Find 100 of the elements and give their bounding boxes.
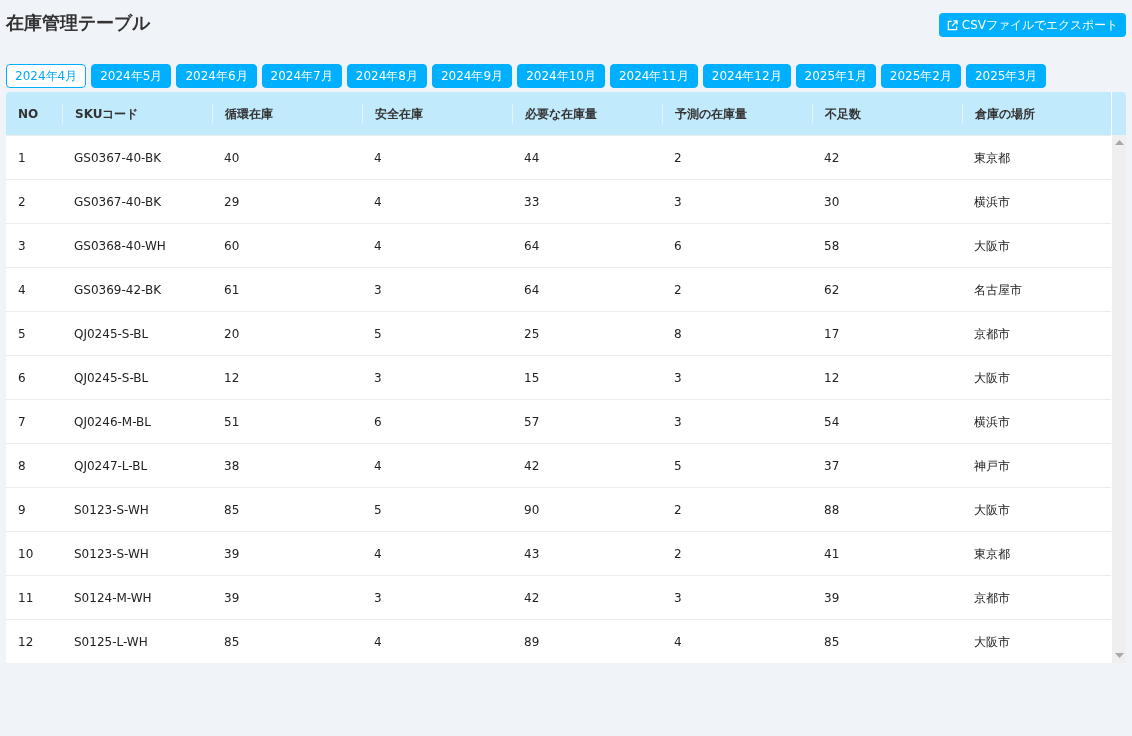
table-cell-text: 33 <box>523 193 541 211</box>
month-tab[interactable]: 2024年9月 <box>431 64 513 88</box>
month-tab[interactable]: 2024年12月 <box>702 64 791 88</box>
table-cell-text: 2 <box>673 501 683 519</box>
table-cell-text: 54 <box>823 413 841 431</box>
table-cell-text: 90 <box>523 501 541 519</box>
month-tab[interactable]: 2024年6月 <box>176 64 257 88</box>
column-header: 循環在庫 <box>212 103 362 124</box>
table-cell-text: GS0369-42-BK <box>73 281 163 299</box>
table-cell-text: 4 <box>17 281 27 299</box>
table-cell-text: 3 <box>373 369 383 387</box>
table-cell-text: 15 <box>523 369 541 387</box>
table-cell-text: 6 <box>673 237 683 255</box>
table-cell-text: 51 <box>223 413 241 431</box>
table-cell-text: 4 <box>673 633 683 651</box>
table-cell-text: 30 <box>823 193 841 211</box>
table-cell-text: 89 <box>523 633 541 651</box>
table-cell-text: 25 <box>523 325 541 343</box>
table-cell-text: 2 <box>673 149 683 167</box>
table-cell-text: S0125-L-WH <box>73 633 149 651</box>
column-header: 安全在庫 <box>362 103 512 124</box>
table-cell-text: GS0367-40-BK <box>73 193 163 211</box>
table-cell-text: QJ0245-S-BL <box>73 369 150 387</box>
scroll-up-icon[interactable] <box>1114 140 1124 145</box>
scroll-down-icon[interactable] <box>1114 653 1124 658</box>
table-cell-text: 42 <box>823 149 841 167</box>
table-cell-text: 39 <box>223 589 241 607</box>
table-cell-text: 4 <box>373 457 383 475</box>
table-cell-text: S0123-S-WH <box>73 545 150 563</box>
table-cell-text: 5 <box>673 457 683 475</box>
table-cell-text: 39 <box>823 589 841 607</box>
table-cell-text: 4 <box>373 545 383 563</box>
export-csv-button[interactable]: CSVファイルでエクスポート <box>938 13 1126 37</box>
table-cell-text: 東京都 <box>973 149 1011 167</box>
table-cell-text: 大阪市 <box>973 501 1011 519</box>
table-cell-text: 12 <box>223 369 241 387</box>
table-cell-text: 横浜市 <box>973 413 1011 431</box>
table-cell-text: 60 <box>223 237 241 255</box>
column-header: SKUコード <box>62 103 212 124</box>
table-cell-text: 4 <box>373 237 383 255</box>
table-cell-text: 62 <box>823 281 841 299</box>
month-tab[interactable]: 2024年5月 <box>91 64 172 88</box>
table-cell-text: 61 <box>223 281 241 299</box>
table-cell-text: S0124-M-WH <box>73 589 153 607</box>
table-cell-text: 10 <box>17 545 35 563</box>
table-cell-text: 3 <box>373 589 383 607</box>
table-cell-text: 京都市 <box>973 325 1011 343</box>
table-cell-text: 42 <box>523 589 541 607</box>
table-cell-text: 64 <box>523 281 541 299</box>
external-link-icon <box>946 19 958 31</box>
table-cell-text: 85 <box>223 501 241 519</box>
table-cell-text: 5 <box>17 325 27 343</box>
table-cell-text: QJ0245-S-BL <box>73 325 150 343</box>
month-tab[interactable]: 2025年2月 <box>880 64 961 88</box>
table-cell-text: 6 <box>373 413 383 431</box>
table-cell-text: 64 <box>523 237 541 255</box>
table-cell-text: 8 <box>673 325 683 343</box>
table-cell-text: 40 <box>223 149 241 167</box>
table-cell-text: 3 <box>673 193 683 211</box>
table-cell-text: 57 <box>523 413 541 431</box>
table-cell-text: QJ0246-M-BL <box>73 413 153 431</box>
table-cell-text: 2 <box>673 281 683 299</box>
table-cell-text: 3 <box>673 589 683 607</box>
table-cell-text: GS0368-40-WH <box>73 237 167 255</box>
month-tab[interactable]: 2025年1月 <box>795 64 876 88</box>
table-cell-text: 名古屋市 <box>973 281 1023 299</box>
table-cell-text: 京都市 <box>973 589 1011 607</box>
table-cell-text: 17 <box>823 325 841 343</box>
month-tab[interactable]: 2024年4月 <box>6 64 87 88</box>
table-cell-text: 12 <box>823 369 841 387</box>
table-cell-text: 42 <box>523 457 541 475</box>
table-cell-text: 大阪市 <box>973 237 1011 255</box>
table-cell-text: 9 <box>17 501 27 519</box>
column-header: NO <box>17 105 40 123</box>
scrollbar[interactable] <box>1112 135 1126 663</box>
table-cell-text: 12 <box>17 633 35 651</box>
table-cell-text: 39 <box>223 545 241 563</box>
column-header: 不足数 <box>812 103 962 124</box>
table-cell-text: 1 <box>17 149 27 167</box>
month-tab[interactable]: 2024年7月 <box>261 64 342 88</box>
month-tab[interactable]: 2024年11月 <box>609 64 698 88</box>
table-cell-text: 20 <box>223 325 241 343</box>
table-cell-text: 4 <box>373 149 383 167</box>
table-cell-text: 44 <box>523 149 541 167</box>
month-tab[interactable]: 2024年8月 <box>346 64 427 88</box>
table-cell-text: 85 <box>823 633 841 651</box>
table-cell-text: 2 <box>17 193 27 211</box>
table-cell-text: 37 <box>823 457 841 475</box>
column-header: 必要な在庫量 <box>512 103 662 124</box>
table-cell-text: QJ0247-L-BL <box>73 457 149 475</box>
table-cell-text: 5 <box>373 325 383 343</box>
table-cell-text: 6 <box>17 369 27 387</box>
month-tab[interactable]: 2025年3月 <box>965 64 1047 88</box>
table-cell-text: 大阪市 <box>973 369 1011 387</box>
table-cell-text: 41 <box>823 545 841 563</box>
month-tab[interactable]: 2024年10月 <box>517 64 605 88</box>
table-cell-text: 38 <box>223 457 241 475</box>
table-cell-text: GS0367-40-BK <box>73 149 163 167</box>
table-cell-text: 29 <box>223 193 241 211</box>
table-cell-text: 43 <box>523 545 541 563</box>
